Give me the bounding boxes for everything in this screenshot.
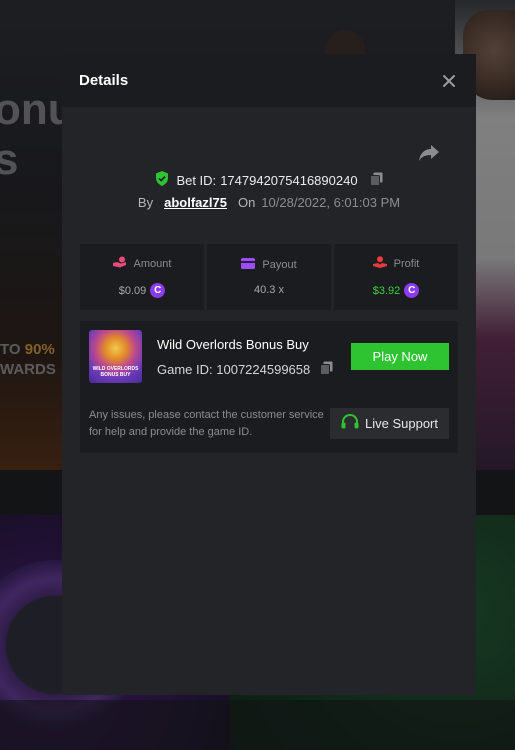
profit-value: $3.92 [372,284,401,297]
live-support-button[interactable]: Live Support [330,408,449,439]
profit-label: Profit [393,257,420,270]
game-name: Wild Overlords Bonus Buy [157,337,309,352]
payout-label: Payout [262,259,297,271]
bet-date: 10/28/2022, 6:01:03 PM [261,195,401,210]
by-label: By [137,195,154,210]
close-icon[interactable] [439,71,459,91]
bet-details-modal: Details Bet ID: 1747942075416890240 By a… [62,54,476,695]
share-icon[interactable] [418,144,440,162]
copy-icon[interactable] [320,361,333,378]
live-support-label: Live Support [365,416,438,431]
on-label: On [237,195,256,210]
game-id-label: Game ID: [157,362,213,377]
copy-icon[interactable] [369,172,383,189]
game-card: WILD OVERLORDS BONUS BUY Wild Overlords … [80,321,458,453]
wallet-icon [241,258,256,272]
shield-check-icon [155,171,169,189]
profit-icon [372,256,387,271]
stat-profit: Profit $3.92 C [334,244,458,310]
modal-header: Details [62,54,476,107]
play-now-button[interactable]: Play Now [351,343,449,370]
bet-id-label: Bet ID: [176,172,217,188]
bet-stats: Amount $0.09 C Payout 40.3 x Profit $3.9… [80,244,458,310]
coin-icon: C [404,283,420,298]
username-link[interactable]: abolfazl75 [164,195,227,210]
bet-id-value: 1747942075416890240 [220,172,358,188]
bettor-row: By abolfazl75 On 10/28/2022, 6:01:03 PM [62,195,476,210]
stat-amount: Amount $0.09 C [80,244,204,310]
hand-coin-icon [112,256,127,271]
stat-payout: Payout 40.3 x [207,244,331,310]
headset-icon [341,413,359,433]
modal-title: Details [79,72,129,89]
amount-label: Amount [133,257,172,270]
game-thumbnail[interactable]: WILD OVERLORDS BONUS BUY [89,330,142,383]
game-thumbnail-title: WILD OVERLORDS BONUS BUY [92,366,139,378]
game-id-value: 1007224599658 [216,362,311,377]
support-help-text: Any issues, please contact the customer … [89,409,324,438]
amount-value: $0.09 [118,284,147,297]
coin-icon: C [150,283,166,298]
payout-value: 40.3 x [254,284,284,296]
bet-id-row: Bet ID: 1747942075416890240 [62,171,476,189]
game-id-row: Game ID: 1007224599658 [157,361,333,378]
